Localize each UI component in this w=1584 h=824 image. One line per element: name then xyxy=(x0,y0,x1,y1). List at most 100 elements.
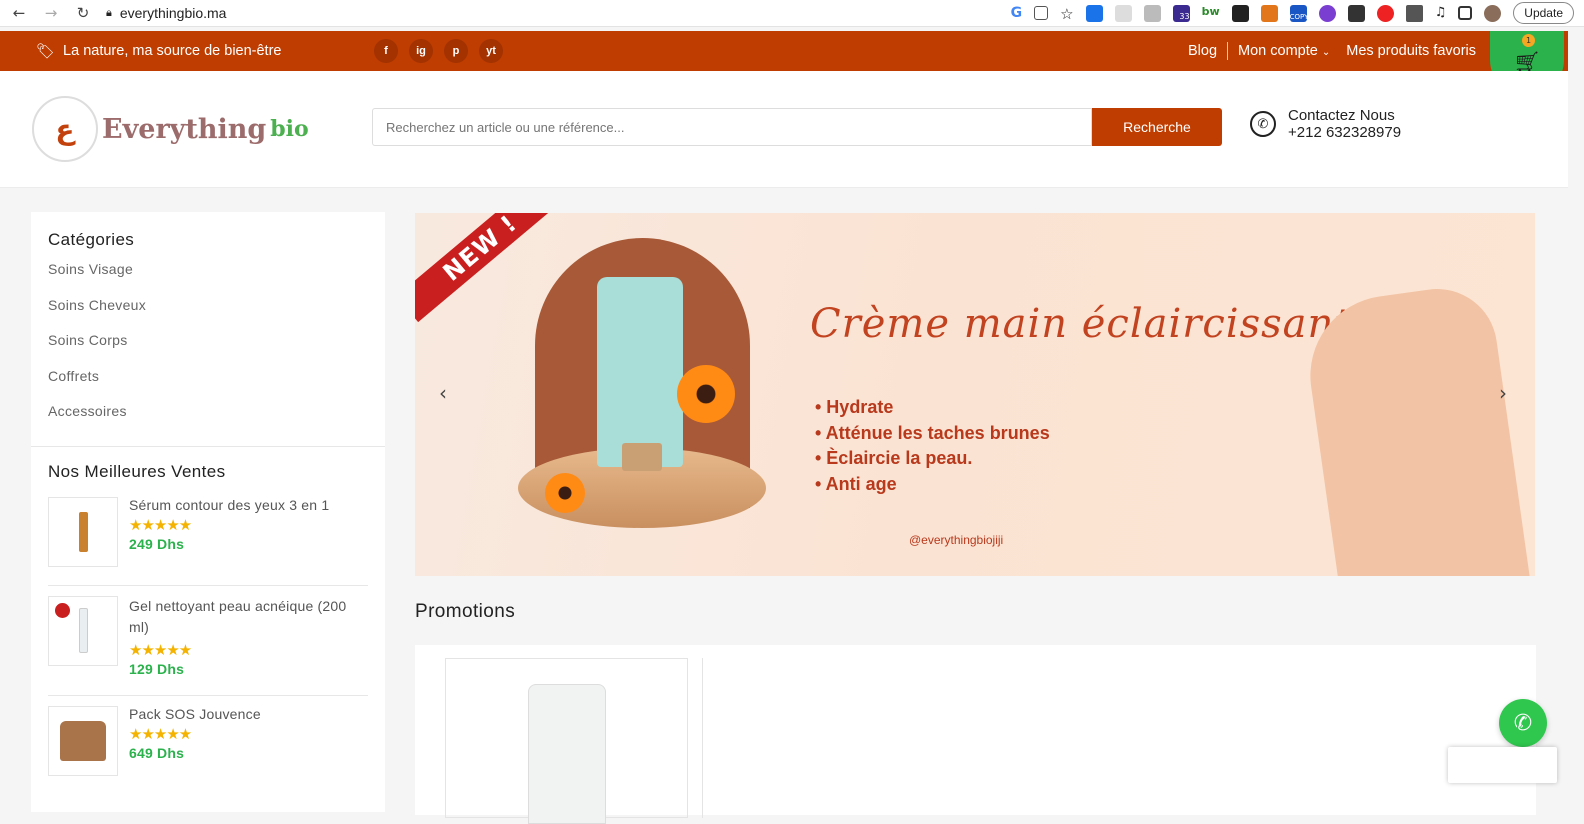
favorites-link[interactable]: Mes produits favoris xyxy=(1346,43,1476,59)
extension-download-icon[interactable] xyxy=(1347,4,1365,22)
category-item[interactable]: Soins Cheveux xyxy=(31,294,385,330)
carousel-prev-icon[interactable]: ‹ xyxy=(439,381,447,405)
site-logo[interactable]: ع Everything bio xyxy=(32,96,309,162)
divider xyxy=(702,658,703,818)
product-image[interactable] xyxy=(527,684,606,824)
category-item[interactable]: Coffrets xyxy=(31,365,385,401)
category-item[interactable]: Soins Corps xyxy=(31,329,385,365)
banner-title: Crème main éclaircissante xyxy=(810,301,1376,347)
extension-bat-icon[interactable] xyxy=(1231,4,1249,22)
browser-toolbar: ← → ↻ 🔒︎ everythingbio.ma G ☆ 33 bw COPY… xyxy=(0,0,1584,27)
media-icon[interactable]: ♫ xyxy=(1435,5,1447,22)
share-icon[interactable] xyxy=(1034,6,1049,20)
tagline-text: La nature, ma source de bien-être xyxy=(63,43,282,59)
best-seller-item[interactable]: Gel nettoyant peau acnéique (200 ml) ★★★… xyxy=(31,586,385,677)
carousel-next-icon[interactable]: › xyxy=(1499,381,1507,405)
phone-icon: ✆ xyxy=(1250,111,1276,137)
sale-badge-icon xyxy=(55,602,70,618)
search-input[interactable] xyxy=(372,108,1092,146)
extension-blue-icon[interactable] xyxy=(1085,4,1103,22)
calendula-flower-icon xyxy=(545,473,585,513)
banner-benefits: • Hydrate • Atténue les taches brunes • … xyxy=(815,395,1050,497)
calendula-flower-icon xyxy=(677,365,735,423)
best-seller-item[interactable]: Sérum contour des yeux 3 en 1 ★★★★★ 249 … xyxy=(31,487,385,567)
hero-banner[interactable]: NEW ! Crème main éclaircissante • Hydrat… xyxy=(415,213,1535,576)
pinterest-icon[interactable]: p xyxy=(444,39,468,63)
extension-camera-icon[interactable] xyxy=(1143,4,1161,22)
extension-badge-icon[interactable]: 33 xyxy=(1172,4,1190,22)
contact-title: Contactez Nous xyxy=(1288,107,1395,124)
hand-image xyxy=(1300,281,1530,576)
categories-title: Catégories xyxy=(48,230,135,249)
metamask-fox-icon[interactable] xyxy=(1260,4,1278,22)
recaptcha-badge[interactable] xyxy=(1448,747,1557,783)
rating-stars: ★★★★★ xyxy=(129,725,192,743)
sidebar: Catégories Soins Visage Soins Cheveux So… xyxy=(31,212,385,812)
puzzle-extensions-icon[interactable] xyxy=(1405,4,1423,22)
product-name[interactable]: Pack SOS Jouvence xyxy=(129,706,261,722)
benefit-item: • Atténue les taches brunes xyxy=(815,422,1050,443)
contact-block: ✆ Contactez Nous +212 632328979 xyxy=(1250,107,1401,141)
banner-handle: @everythingbiojiji xyxy=(909,533,1004,547)
lock-icon: 🔒︎ xyxy=(106,6,112,19)
logo-emblem: ع xyxy=(32,96,98,162)
benefit-item: • Èclaircie la peau. xyxy=(815,448,973,468)
address-bar[interactable]: 🔒︎ everythingbio.ma xyxy=(106,5,997,21)
benefit-item: • Hydrate xyxy=(815,397,894,417)
profile-avatar-icon[interactable] xyxy=(1484,4,1502,22)
facebook-icon[interactable]: f xyxy=(374,39,398,63)
promotions-title: Promotions xyxy=(415,601,516,622)
reload-icon[interactable]: ↻ xyxy=(74,4,92,22)
extension-circle-icon[interactable] xyxy=(1318,4,1336,22)
extensions-bar: G ☆ 33 bw COPY ♫ Update xyxy=(1011,2,1574,24)
product-thumbnail[interactable] xyxy=(48,705,118,776)
extension-red-icon[interactable] xyxy=(1376,4,1394,22)
rating-stars: ★★★★★ xyxy=(129,516,192,534)
tube-cap xyxy=(622,443,662,471)
best-sellers-title: Nos Meilleures Ventes xyxy=(48,461,226,481)
cart-count-badge: 1 xyxy=(1522,34,1535,47)
back-icon[interactable]: ← xyxy=(10,4,28,22)
url-text: everythingbio.ma xyxy=(119,5,227,21)
contact-phone[interactable]: +212 632328979 xyxy=(1288,124,1401,141)
instagram-icon[interactable]: ig xyxy=(409,39,433,63)
promotions-section xyxy=(415,645,1536,824)
product-price: 649 Dhs xyxy=(129,744,185,761)
bookmark-star-icon[interactable]: ☆ xyxy=(1060,5,1073,23)
product-price: 129 Dhs xyxy=(129,660,185,677)
tag-icon: 🏷︎ xyxy=(36,43,56,60)
product-price: 249 Dhs xyxy=(129,535,185,552)
site-header: ع Everything bio Recherche ✆ Contactez N… xyxy=(0,71,1568,188)
product-name[interactable]: Gel nettoyant peau acnéique (200 ml) xyxy=(129,596,368,638)
product-thumbnail[interactable] xyxy=(48,595,118,666)
search-button[interactable]: Recherche xyxy=(1092,108,1222,146)
youtube-icon[interactable]: yt xyxy=(479,39,503,63)
top-links: Blog Mon compte ⌄ Mes produits favoris xyxy=(1188,42,1476,60)
logo-bio-text: bio xyxy=(270,116,309,142)
google-icon[interactable]: G xyxy=(1011,5,1023,22)
best-seller-item[interactable]: Pack SOS Jouvence ★★★★★ 649 Dhs xyxy=(31,696,385,776)
top-bar: 🏷︎ La nature, ma source de bien-être f i… xyxy=(0,31,1568,71)
update-button[interactable]: Update xyxy=(1513,2,1574,24)
account-menu[interactable]: Mon compte ⌄ xyxy=(1238,43,1330,59)
blog-link[interactable]: Blog xyxy=(1188,43,1217,59)
cream-tube-image xyxy=(597,277,683,467)
product-name[interactable]: Sérum contour des yeux 3 en 1 xyxy=(129,497,329,513)
product-card[interactable] xyxy=(445,658,688,824)
account-label: Mon compte xyxy=(1238,43,1318,59)
forward-icon[interactable]: → xyxy=(42,4,60,22)
sidepanel-icon[interactable] xyxy=(1458,6,1473,20)
category-item[interactable]: Accessoires xyxy=(31,400,385,436)
tagline: 🏷︎ La nature, ma source de bien-être xyxy=(36,42,281,60)
rating-stars: ★★★★★ xyxy=(129,641,192,659)
divider xyxy=(1227,42,1229,60)
extension-copy-icon[interactable]: COPY xyxy=(1289,4,1308,22)
product-thumbnail[interactable] xyxy=(48,496,118,567)
extension-grey-icon[interactable] xyxy=(1114,4,1132,22)
category-item[interactable]: Soins Visage xyxy=(31,258,385,294)
benefit-item: • Anti age xyxy=(815,473,897,494)
whatsapp-chat-button[interactable]: ✆ xyxy=(1499,699,1547,747)
extension-bw-icon[interactable]: bw xyxy=(1202,5,1220,22)
whatsapp-icon: ✆ xyxy=(1513,710,1533,736)
chevron-down-icon: ⌄ xyxy=(1321,47,1331,58)
